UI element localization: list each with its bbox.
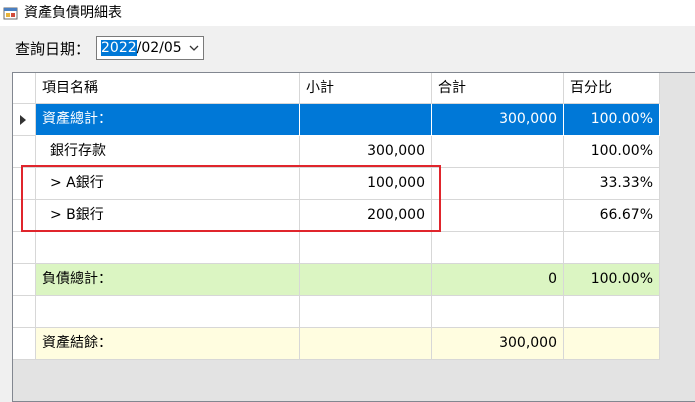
current-row-arrow-icon [20,115,26,125]
row-header[interactable] [13,168,36,200]
cell-total[interactable] [432,200,564,232]
balance-sheet-grid[interactable]: 項目名稱 小計 合計 百分比 資產總計： 300,000 100.00% 銀行存… [12,72,695,402]
table-row-blank[interactable] [13,296,661,328]
table-row-assets-total[interactable]: 資產總計： 300,000 100.00% [13,104,661,136]
cell-percent[interactable]: 33.33% [564,168,660,200]
cell-total[interactable] [432,232,564,264]
cell-subtotal[interactable] [300,104,432,136]
grid-header: 項目名稱 小計 合計 百分比 [13,73,661,104]
date-year-segment[interactable]: 2022 [101,40,137,56]
cell-percent[interactable] [564,296,660,328]
table-row-blank[interactable] [13,232,661,264]
cell-subtotal[interactable] [300,328,432,360]
cell-total[interactable]: 0 [432,264,564,296]
cell-total[interactable]: 300,000 [432,104,564,136]
cell-total[interactable] [432,296,564,328]
column-header-subtotal[interactable]: 小計 [300,73,432,104]
cell-subtotal[interactable] [300,232,432,264]
cell-item-name[interactable]: 負債總計： [36,264,300,296]
window-title: 資產負債明細表 [24,5,122,21]
cell-percent[interactable]: 66.67% [564,200,660,232]
table-row[interactable]: > A銀行 100,000 33.33% [13,168,661,200]
cell-subtotal[interactable]: 100,000 [300,168,432,200]
cell-subtotal[interactable] [300,296,432,328]
cell-item-name[interactable] [36,296,300,328]
column-header-percent[interactable]: 百分比 [564,73,660,104]
row-header[interactable] [13,136,36,168]
cell-item-name[interactable]: > B銀行 [36,200,300,232]
date-picker[interactable]: 2022/02/05 [96,36,204,60]
grid-corner [13,73,36,104]
cell-percent[interactable]: 100.00% [564,264,660,296]
cell-percent[interactable]: 100.00% [564,136,660,168]
row-header[interactable] [13,104,36,136]
row-header[interactable] [13,328,36,360]
cell-percent[interactable] [564,232,660,264]
date-value[interactable]: 2022/02/05 [101,39,182,57]
row-header[interactable] [13,200,36,232]
chevron-down-icon[interactable] [188,43,200,53]
cell-item-name[interactable]: > A銀行 [36,168,300,200]
cell-percent[interactable] [564,328,660,360]
cell-item-name[interactable]: 銀行存款 [36,136,300,168]
table-row-liabilities-total[interactable]: 負債總計： 0 100.00% [13,264,661,296]
cell-total[interactable]: 300,000 [432,328,564,360]
table-row[interactable]: > B銀行 200,000 66.67% [13,200,661,232]
date-month-day-segment[interactable]: /02/05 [137,40,182,56]
cell-total[interactable] [432,136,564,168]
cell-subtotal[interactable]: 200,000 [300,200,432,232]
table-row-asset-balance[interactable]: 資產結餘： 300,000 [13,328,661,360]
cell-subtotal[interactable] [300,264,432,296]
cell-percent[interactable]: 100.00% [564,104,660,136]
date-label: 查詢日期： [15,40,91,58]
cell-total[interactable] [432,168,564,200]
app-icon [3,7,18,20]
cell-item-name[interactable]: 資產總計： [36,104,300,136]
row-header[interactable] [13,264,36,296]
cell-item-name[interactable] [36,232,300,264]
table-row[interactable]: 銀行存款 300,000 100.00% [13,136,661,168]
row-header[interactable] [13,232,36,264]
cell-subtotal[interactable]: 300,000 [300,136,432,168]
cell-item-name[interactable]: 資產結餘： [36,328,300,360]
row-header[interactable] [13,296,36,328]
column-header-item-name[interactable]: 項目名稱 [36,73,300,104]
column-header-total[interactable]: 合計 [432,73,564,104]
window-titlebar: 資產負債明細表 [0,0,695,26]
